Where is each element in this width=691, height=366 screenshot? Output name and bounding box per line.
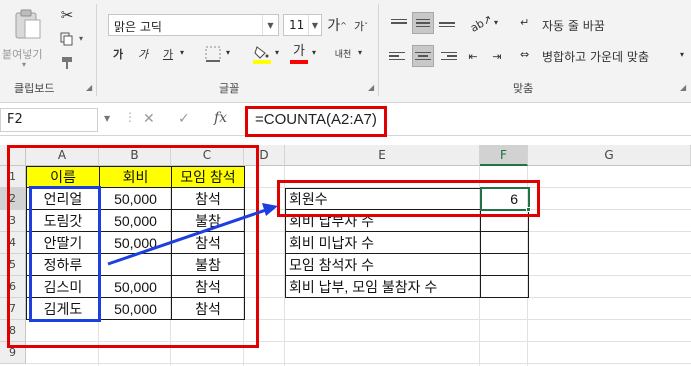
font-size-combo[interactable]: 11 ▼ (283, 14, 322, 36)
font-group-label: 글꼴 (219, 82, 240, 95)
phonetic-dropdown-icon[interactable]: ▾ (358, 48, 362, 57)
orientation-dropdown-icon[interactable]: ▾ (494, 18, 498, 27)
paint-bucket-icon (253, 46, 271, 64)
cancel-icon[interactable]: ✕ (143, 111, 155, 127)
copy-icon[interactable] (58, 30, 76, 48)
paste-button[interactable]: 붙여넣기 (2, 4, 54, 64)
shrink-font-button[interactable]: 가ˇ (352, 16, 370, 36)
cut-icon[interactable]: ✂ (58, 6, 76, 24)
chevron-down-icon[interactable]: ▼ (308, 15, 321, 35)
paste-dropdown-icon[interactable]: ▾ (22, 60, 26, 69)
bold-label: 가 (112, 48, 124, 61)
font-color-button[interactable]: 가 (288, 42, 310, 66)
increase-indent-icon[interactable]: ⇥ (486, 45, 508, 67)
grow-font-label: 가 (327, 18, 341, 34)
name-range-highlight-box (29, 186, 101, 322)
align-right-button[interactable] (436, 45, 458, 67)
wrap-text-button[interactable]: ↵ 자동 줄 바꿈 (520, 14, 640, 34)
summary-value-cell[interactable] (481, 254, 529, 276)
orientation-button[interactable]: ab↗ (466, 8, 496, 38)
phonetic-button[interactable]: 내천 (330, 42, 356, 64)
font-color-dropdown-icon[interactable]: ▾ (312, 48, 316, 57)
align-top-button[interactable] (388, 12, 410, 34)
ribbon: 붙여넣기 ▾ ✂ ▾ 클립보드 ◢ 맑은 고딕 ▼ 11 ▼ 가 ^ 가ˇ 가 가… (0, 0, 691, 103)
column-header-g[interactable]: G (528, 145, 691, 166)
clipboard-launcher-icon[interactable]: ◢ (86, 83, 92, 92)
underline-label: 가 (162, 48, 174, 61)
grow-font-button[interactable]: 가 ^ (327, 14, 347, 36)
font-color-label: 가 (293, 44, 305, 59)
column-label: F (500, 147, 507, 162)
bold-button[interactable]: 가 (108, 44, 128, 64)
borders-button[interactable] (203, 44, 223, 64)
group-separator (378, 4, 379, 96)
summary-label-cell[interactable]: 모임 참석자 수 (285, 254, 481, 276)
merge-center-button[interactable]: ⇔ 병합하고 가운데 맞춤 (520, 45, 680, 65)
wrap-text-icon: ↵ (520, 16, 530, 29)
column-label: D (259, 148, 269, 162)
summary-label-cell[interactable]: 회비 미납자 수 (285, 232, 481, 254)
font-name-value: 맑은 고딕 (114, 20, 162, 34)
align-left-button[interactable] (388, 45, 410, 67)
format-painter-icon[interactable] (58, 54, 76, 72)
clipboard-group-label: 클립보드 (14, 82, 55, 95)
phonetic-label: 내천 (334, 49, 352, 60)
alignment-group-label: 맞춤 (513, 82, 534, 95)
align-bottom-button[interactable] (436, 12, 458, 34)
insert-function-icon[interactable]: fx (214, 110, 227, 126)
align-center-button[interactable] (412, 45, 434, 67)
font-name-combo[interactable]: 맑은 고딕 ▼ (108, 14, 279, 36)
italic-label: 가 (137, 48, 149, 61)
underline-dropdown-icon[interactable]: ▾ (180, 48, 184, 57)
shrink-font-label: 가 (353, 20, 365, 33)
name-box-dropdown-icon[interactable]: ▼ (104, 114, 110, 123)
borders-icon (205, 46, 221, 62)
font-color-swatch (290, 60, 308, 64)
cell-text: 회비 미납자 수 (289, 234, 375, 251)
borders-dropdown-icon[interactable]: ▾ (226, 48, 230, 57)
column-label: G (604, 148, 614, 162)
fill-color-button[interactable] (251, 42, 273, 66)
chevron-down-icon[interactable]: ▼ (262, 15, 278, 35)
copy-dropdown-icon[interactable]: ▾ (79, 34, 83, 43)
alignment-launcher-icon[interactable]: ◢ (680, 83, 686, 92)
column-header-e[interactable]: E (285, 145, 480, 166)
underline-button[interactable]: 가 (158, 44, 178, 64)
decrease-indent-icon[interactable]: ⇤ (462, 45, 484, 67)
cell-text: 모임 참석자 수 (289, 256, 375, 273)
name-box-value: F2 (7, 112, 23, 127)
align-middle-button[interactable] (412, 12, 434, 34)
summary-value-cell[interactable] (481, 276, 529, 298)
group-separator (96, 4, 97, 96)
enter-icon[interactable]: ✓ (178, 111, 190, 127)
wrap-text-label: 자동 줄 바꿈 (542, 19, 605, 33)
summary-label-cell[interactable]: 회비 납부, 모임 불참자 수 (285, 276, 481, 298)
merge-dropdown-icon[interactable]: ▾ (680, 50, 684, 59)
name-box[interactable]: F2 (0, 108, 98, 132)
column-header-f[interactable]: F (480, 145, 528, 166)
font-size-value: 11 (289, 18, 305, 32)
merge-center-icon: ⇔ (520, 48, 530, 61)
merge-center-label: 병합하고 가운데 맞춤 (542, 50, 649, 64)
column-label: E (378, 148, 386, 162)
paste-icon (15, 9, 41, 39)
font-launcher-icon[interactable]: ◢ (368, 83, 374, 92)
summary-value-cell[interactable] (481, 232, 529, 254)
result-highlight-box (277, 180, 540, 217)
more-options-icon: ⋮ (124, 110, 136, 124)
italic-button[interactable]: 가 (133, 44, 153, 64)
formula-highlight-box (245, 106, 387, 137)
cell-text: 회비 납부, 모임 불참자 수 (289, 278, 438, 295)
fill-color-dropdown-icon[interactable]: ▾ (275, 48, 279, 57)
